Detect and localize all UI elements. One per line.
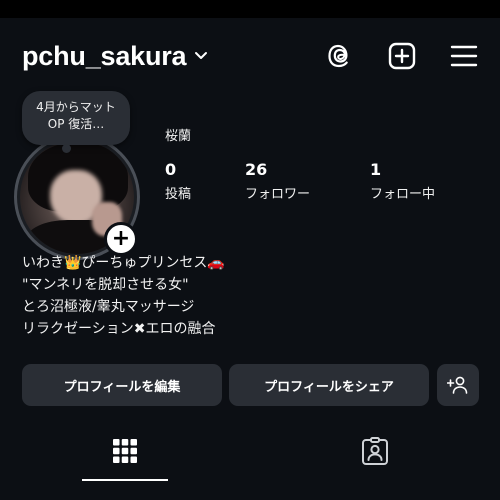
stat-following[interactable]: 1 フォロー中 <box>370 160 435 202</box>
bio-line: リラクゼーション✖エロの融合 <box>22 321 216 337</box>
add-story-plus-icon[interactable]: + <box>104 222 138 256</box>
tab-tagged[interactable] <box>250 423 500 479</box>
note-text: 4月からマット OP 復活… <box>36 100 116 131</box>
bio-line: "マンネリを脱却させる女" <box>22 277 189 293</box>
following-count: 1 <box>370 160 382 179</box>
edit-profile-button[interactable]: プロフィールを編集 <box>22 364 222 406</box>
bio-line: いわき👑ぴーちゅプリンセス🚗 <box>22 255 225 271</box>
posts-label: 投稿 <box>165 187 192 202</box>
menu-icon[interactable] <box>448 40 480 72</box>
profile-tabs <box>0 423 500 483</box>
stat-posts[interactable]: 0 投稿 <box>165 160 191 202</box>
followers-count: 26 <box>245 160 268 179</box>
following-label: フォロー中 <box>370 187 436 202</box>
username[interactable]: pchu_sakura <box>22 41 187 72</box>
chevron-down-icon[interactable] <box>194 51 208 61</box>
note-bubble[interactable]: 4月からマット OP 復活… <box>22 91 130 145</box>
add-person-icon <box>447 376 468 394</box>
discover-people-button[interactable] <box>437 364 479 406</box>
new-post-icon[interactable] <box>386 40 418 72</box>
tab-posts-grid[interactable] <box>0 423 250 479</box>
bio: いわき👑ぴーちゅプリンセス🚗 "マンネリを脱却させる女" とろ沼極液/睾丸マッサ… <box>22 252 225 340</box>
profile-header: pchu_sakura <box>22 38 480 74</box>
header-actions <box>294 38 480 74</box>
active-tab-indicator <box>82 479 168 481</box>
note-bubble-tail <box>62 144 71 153</box>
status-bar-strip <box>0 0 500 18</box>
threads-icon[interactable] <box>324 40 356 72</box>
display-name: 桜蘭 <box>165 129 192 144</box>
posts-count: 0 <box>165 160 177 179</box>
stat-followers[interactable]: 26 フォロワー <box>245 160 310 202</box>
followers-label: フォロワー <box>245 187 311 202</box>
tagged-icon <box>362 437 388 465</box>
profile-page: pchu_sakura + 4月からマット OP 復活… 桜蘭 0 投稿 26 … <box>0 18 500 500</box>
grid-icon <box>113 439 137 463</box>
share-profile-button[interactable]: プロフィールをシェア <box>229 364 429 406</box>
bio-line: とろ沼極液/睾丸マッサージ <box>22 299 195 315</box>
